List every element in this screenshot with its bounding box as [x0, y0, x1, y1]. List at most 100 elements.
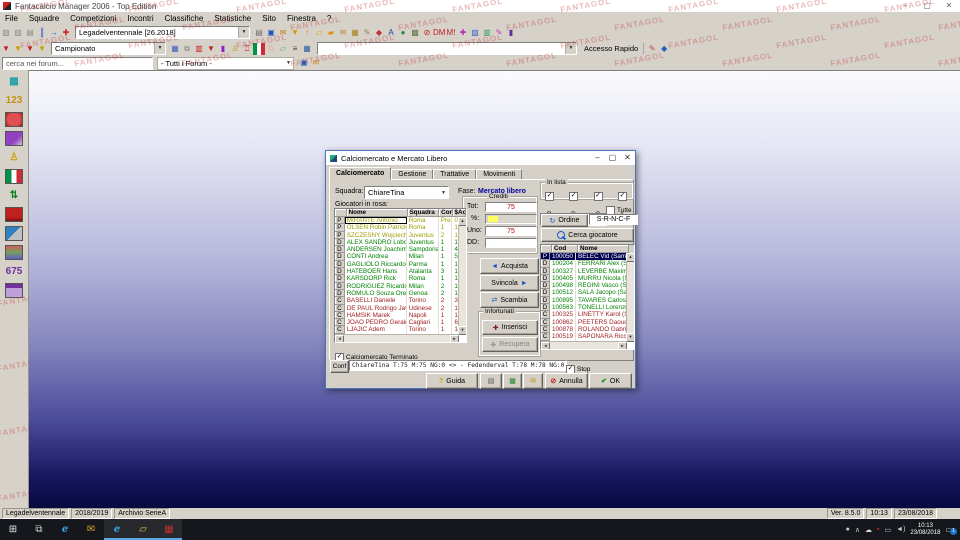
roster-row[interactable]: C JOAO PEDRO Geraldin Cagliari 1 6	[335, 319, 466, 327]
market-row[interactable]: C 100519 SAPONARA Riccardo	[541, 333, 634, 341]
scroll-left-icon[interactable]: ◄	[541, 342, 550, 349]
scroll-left-icon[interactable]: ◄	[335, 335, 344, 342]
league-combobox[interactable]: Legadelventennale [26.2018] ▼	[75, 26, 250, 39]
explorer-icon[interactable]: ▱	[130, 519, 156, 540]
jersey-red-icon[interactable]	[5, 207, 23, 222]
market-row[interactable]: D 100512 SALA Jacopo (Sampdo	[541, 289, 634, 297]
scroll-right-icon[interactable]: ►	[450, 335, 459, 342]
export-button[interactable]: ▦	[503, 373, 522, 389]
menu-item[interactable]: Squadre	[29, 14, 59, 23]
chevron-down-icon[interactable]: ▼	[154, 43, 165, 54]
pause-icon[interactable]: ║	[36, 27, 48, 39]
jersey-red-icon[interactable]: ▼	[0, 43, 12, 55]
print-button[interactable]: ▤	[480, 373, 502, 389]
card-icon[interactable]: ▮	[217, 43, 229, 55]
people-icon[interactable]: ●	[846, 526, 850, 533]
market-row[interactable]: P 100050 BELEC Vid (Sampdoria	[541, 253, 634, 261]
roster-row[interactable]: D KARSDORP Rick Roma 1 1	[335, 275, 466, 283]
web-icon[interactable]: ●	[397, 27, 409, 39]
list-icon[interactable]: ≡	[289, 43, 301, 55]
chevron-down-icon[interactable]: ▼	[439, 190, 448, 196]
chevron-down-icon[interactable]: ▼	[284, 60, 293, 66]
roster-row[interactable]: P SZCZESNY Wojciech Juventus 2 1	[335, 231, 466, 239]
player-red-icon[interactable]: ♖	[241, 43, 253, 55]
ordine-button[interactable]: ↻ Ordine	[541, 214, 588, 227]
forum-search-input[interactable]: cerca nei forum...	[2, 56, 153, 70]
roster-row[interactable]: C BASELLI Daniele Torino 2 3	[335, 297, 466, 305]
player-orange-icon[interactable]: ♘	[265, 43, 277, 55]
up-down-arrows-icon[interactable]: ⇅	[4, 188, 24, 203]
menu-item[interactable]: Incontri	[127, 14, 153, 23]
fantacalcio-taskbar-icon[interactable]: ▦	[156, 519, 182, 540]
market-row[interactable]: D 100204 FERRARI Alex (Sampd	[541, 260, 634, 268]
roster-row[interactable]: D ALEX SANDRO Lobo S Juventus 1 19	[335, 238, 466, 247]
guida-button[interactable]: ? Guida	[426, 373, 478, 389]
sheet-icon[interactable]: ▱	[277, 43, 289, 55]
market-row[interactable]: D 100405 MURRU Nicola (Samp	[541, 274, 634, 283]
shirt-icon[interactable]: ▼	[205, 43, 217, 55]
menu-item[interactable]: Competizioni	[70, 14, 116, 23]
camera-icon[interactable]: ▩	[409, 27, 421, 39]
scroll-right-icon[interactable]: ►	[618, 342, 627, 349]
market-row[interactable]: C 100878 ROLANDO Gabriele (S	[541, 325, 634, 334]
dd-field[interactable]	[485, 238, 537, 248]
svincola-button[interactable]: Svincola ►	[480, 275, 539, 291]
book-icon[interactable]: ▥	[193, 43, 205, 55]
cerca-giocatore-button[interactable]: Cerca giocatore	[541, 228, 634, 242]
gradient-box-icon[interactable]	[5, 245, 23, 260]
numbers-123-icon[interactable]: 123	[4, 93, 24, 108]
m-icon[interactable]: M!	[445, 27, 457, 39]
close-button[interactable]: ✕	[938, 0, 960, 12]
roster-vscrollbar[interactable]: ▲ ▼	[458, 217, 466, 335]
maximize-button[interactable]: ▢	[916, 0, 938, 12]
quick-search-combobox[interactable]: ▼	[317, 42, 577, 55]
scroll-down-icon[interactable]: ▼	[458, 326, 466, 335]
mode-combobox[interactable]: Campionato ▼	[51, 42, 166, 55]
roster-row[interactable]: C DE PAUL Rodrigo Javie Udinese 2 1	[335, 304, 466, 312]
market-row[interactable]: D 100563 TONELLI Lorenzo (Sar	[541, 304, 634, 312]
tool-blue-icon[interactable]: ▧	[469, 27, 481, 39]
edge-icon-2[interactable]: e	[104, 519, 130, 540]
player-yellow-icon[interactable]: ♙	[4, 150, 24, 165]
scroll-up-icon[interactable]: ▲	[458, 217, 466, 226]
roster-row[interactable]: P OLSEN Robin Patrick Roma 1 13	[335, 224, 466, 232]
folder-icon[interactable]: ▰	[325, 27, 337, 39]
roster-row[interactable]: C LJAJIC Adem Torino 1 10	[335, 326, 466, 334]
block-icon[interactable]: ⊘	[421, 27, 433, 39]
dialog-maximize-button[interactable]: ▢	[605, 151, 620, 165]
sync-icon[interactable]: ▨	[12, 27, 24, 39]
send-mail-icon[interactable]: ✉	[337, 27, 349, 39]
table-icon[interactable]: ▦	[301, 43, 313, 55]
print-icon[interactable]: ▤	[253, 27, 265, 39]
dm-icon[interactable]: DM	[433, 27, 445, 39]
import-icon[interactable]: ▼	[289, 27, 301, 39]
monitor-icon[interactable]: ▣	[265, 27, 277, 39]
chart-red-icon[interactable]	[5, 112, 23, 127]
mail-button[interactable]: ✉	[523, 373, 543, 389]
roster-row[interactable]: D ROMULO Souza Oreste Genoa 2 1	[335, 289, 466, 298]
menu-item[interactable]: Finestra	[287, 14, 316, 23]
roster-row[interactable]: C HAMSIK Marek Napoli 1 10	[335, 311, 466, 320]
roster-row[interactable]: P MIRANTE Antonio Roma Pres 0	[335, 217, 466, 225]
scroll-up-icon[interactable]: ▲	[626, 253, 634, 262]
tool-pink-icon[interactable]: ✎	[493, 27, 505, 39]
adobe-icon[interactable]: ▪	[877, 526, 879, 533]
speaker-icon[interactable]: ◄)	[896, 526, 905, 533]
conf-text-field[interactable]: ChiareTina T:75 M:75 NG:0 <> - Fedenderv…	[349, 360, 567, 371]
doc-a-icon[interactable]: A	[385, 27, 397, 39]
dialog-titlebar[interactable]: Calciomercato e Mercato Libero – ▢ ✕	[326, 151, 635, 165]
chevron-down-icon[interactable]: ▼	[238, 27, 249, 38]
roster-hscrollbar[interactable]: ◄ ►	[335, 334, 459, 342]
boot-icon[interactable]: ◆	[373, 27, 385, 39]
scambia-button[interactable]: ⇄ Scambia	[480, 292, 539, 308]
market-vscrollbar[interactable]: ▲ ▼	[626, 253, 634, 342]
player-color-icon[interactable]: ✚	[457, 27, 469, 39]
edge-icon[interactable]: e	[52, 519, 78, 540]
roster-row[interactable]: D ANDERSEN Joachim Sampdoria 1 4	[335, 246, 466, 254]
squadra-combobox[interactable]: ChiareTina ▼	[364, 186, 449, 199]
referee-icon[interactable]: ♙	[229, 43, 241, 55]
mail-icon[interactable]: ✉	[277, 27, 289, 39]
annulla-button[interactable]: ⊘ Annulla	[545, 373, 588, 389]
forum-combobox[interactable]: - Tutti i Forum - ▼	[157, 56, 294, 70]
add-league-icon[interactable]: ✚	[60, 27, 72, 39]
